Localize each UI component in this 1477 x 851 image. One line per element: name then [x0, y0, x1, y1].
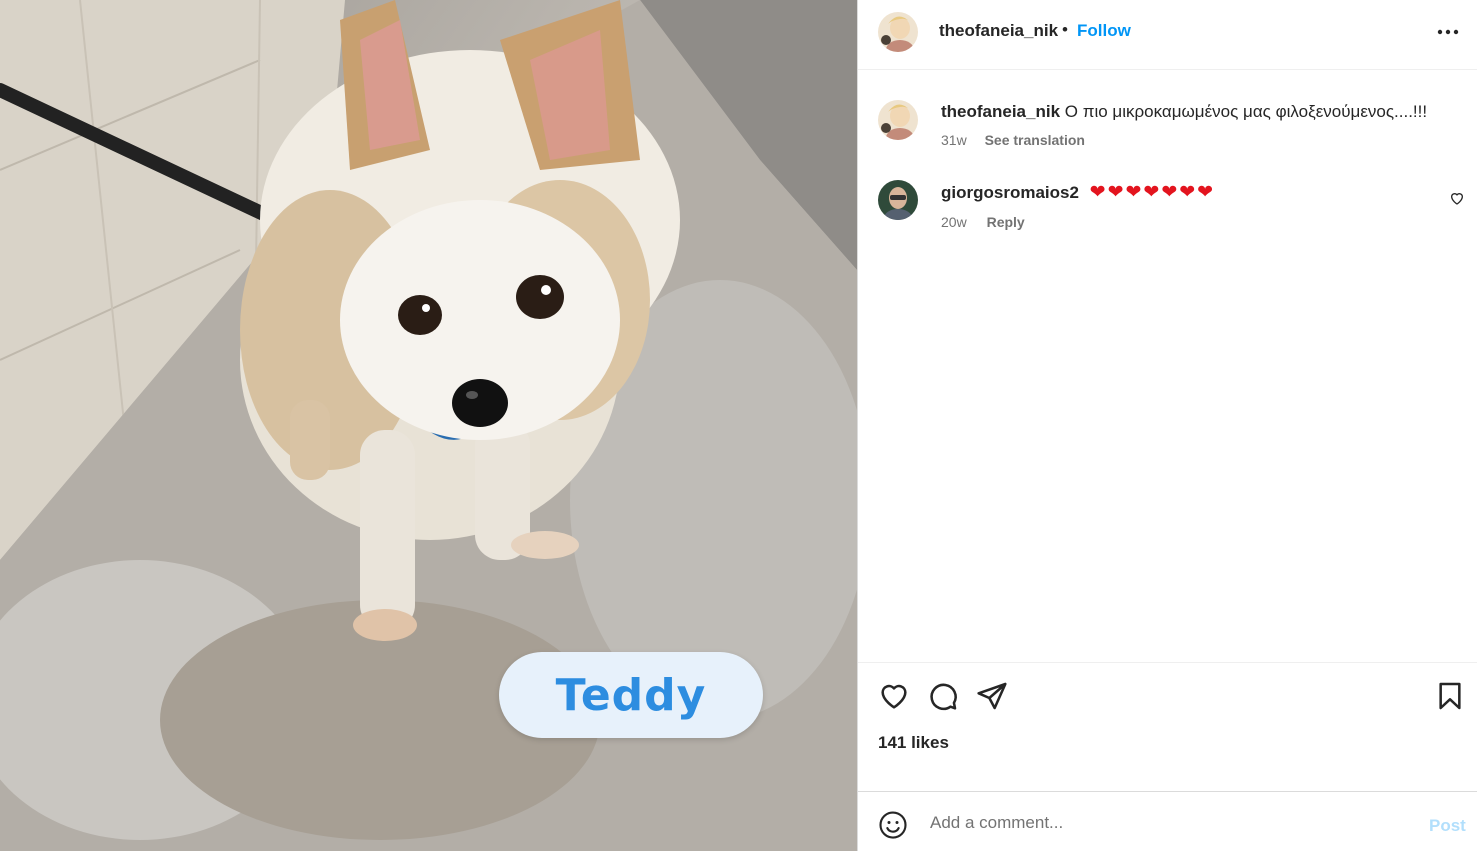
- likes-count[interactable]: 141 likes: [878, 733, 949, 753]
- bookmark-icon[interactable]: [1434, 680, 1466, 712]
- comment-meta: 20w Reply: [941, 214, 1025, 230]
- caption-age: 31w: [941, 132, 967, 148]
- caption-meta: 31w See translation: [941, 132, 1085, 148]
- comment-composer: Post: [858, 791, 1477, 851]
- comment-icon[interactable]: [927, 680, 959, 712]
- comment-line: giorgosromaios2 ❤❤❤❤❤❤❤: [941, 181, 1215, 204]
- post-actions: 141 likes: [858, 662, 1477, 791]
- name-sticker: Teddy: [499, 652, 763, 738]
- see-translation-button[interactable]: See translation: [985, 132, 1085, 148]
- post-header: theofaneia_nik • Follow: [858, 0, 1477, 70]
- post-detail-panel: theofaneia_nik • Follow theofaneia_nik Ο…: [857, 0, 1477, 851]
- more-horizontal-icon[interactable]: [1436, 22, 1460, 42]
- post-photo[interactable]: Teddy: [0, 0, 857, 851]
- reply-button[interactable]: Reply: [987, 214, 1025, 230]
- comment-input[interactable]: [928, 806, 1412, 840]
- emoji-icon[interactable]: [878, 810, 908, 840]
- author-username[interactable]: theofaneia_nik: [939, 21, 1058, 41]
- heart-icon[interactable]: [878, 680, 910, 712]
- comment-age: 20w: [941, 214, 967, 230]
- instagram-post-view: Teddy theofaneia_nik • Follow theofaneia…: [0, 0, 1477, 851]
- send-icon[interactable]: [976, 680, 1008, 712]
- comment-heart-icon[interactable]: [1449, 190, 1465, 206]
- caption-text: Ο πιο μικροκαμωμένος μας φιλοξενούμενος.…: [1064, 102, 1428, 121]
- caption-username[interactable]: theofaneia_nik: [941, 102, 1060, 121]
- header-separator: •: [1062, 20, 1068, 39]
- post-comment-button[interactable]: Post: [1429, 816, 1466, 836]
- comment-text: ❤❤❤❤❤❤❤: [1089, 182, 1216, 203]
- name-sticker-text: Teddy: [555, 669, 707, 721]
- caption-author-avatar[interactable]: [878, 100, 918, 140]
- caption-line: theofaneia_nik Ο πιο μικροκαμωμένος μας …: [941, 102, 1461, 122]
- follow-button[interactable]: Follow: [1077, 21, 1131, 41]
- commenter-avatar[interactable]: [878, 180, 918, 220]
- author-avatar[interactable]: [878, 12, 918, 52]
- comment-username[interactable]: giorgosromaios2: [941, 183, 1079, 202]
